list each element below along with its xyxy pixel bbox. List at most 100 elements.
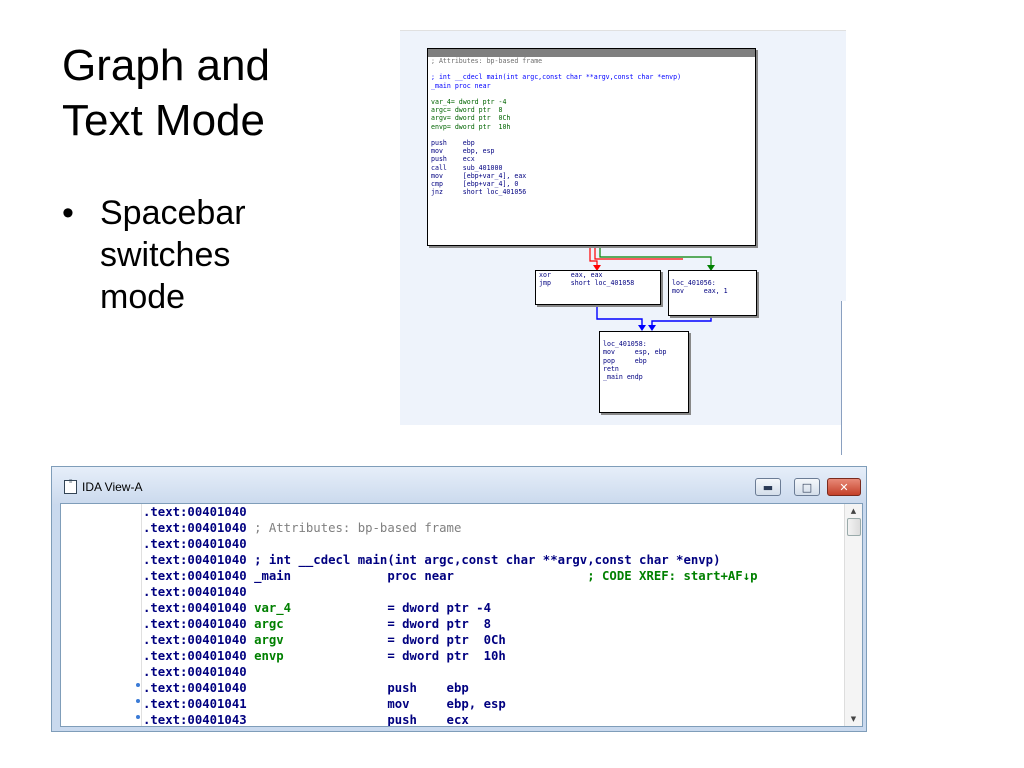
label: argc	[254, 617, 388, 631]
graph-node-line: ; Attributes: bp-based frame	[431, 57, 543, 65]
scroll-thumb[interactable]	[847, 518, 861, 536]
graph-node-line: mov esp, ebp	[603, 348, 667, 357]
listing-row[interactable]: .text:00401040 var_4 = dword ptr -4	[143, 600, 844, 616]
address: .text:00401040	[143, 537, 255, 551]
minimize-button[interactable]: ▬	[755, 478, 781, 496]
label	[254, 585, 387, 599]
graph-node-line: jnz short loc_401056	[431, 188, 527, 197]
listing-row[interactable]: .text:00401041 mov ebp, esp	[143, 696, 844, 712]
comment: ; Attributes: bp-based frame	[254, 521, 462, 535]
listing-row[interactable]: .text:00401040	[143, 536, 844, 552]
label	[254, 665, 387, 679]
mnemonic: push ecx	[387, 713, 469, 726]
instruction-marker-icon	[136, 715, 140, 719]
mnemonic: push ebp	[387, 681, 469, 695]
xref-comment[interactable]: ; CODE XREF: start+AF↓p	[587, 569, 757, 583]
node-titlebar	[428, 49, 755, 57]
graph-node-line	[428, 65, 755, 73]
address: .text:00401040	[143, 681, 255, 695]
disassembly-text[interactable]: .text:00401040 .text:00401040 ; Attribut…	[143, 504, 844, 726]
listing-row[interactable]: .text:00401040 ; int __cdecl main(int ar…	[143, 552, 844, 568]
ida-view-window: ≡ IDA View-A ▬ □ ✕ .text:00401040 .text:…	[51, 466, 867, 732]
listing-row[interactable]: .text:00401040 push ebp	[143, 680, 844, 696]
listing-row[interactable]: .text:00401043 push ecx	[143, 712, 844, 726]
mnemonic: = dword ptr 0Ch	[387, 633, 588, 647]
mnemonic: = dword ptr 8	[387, 617, 588, 631]
graph-node-line: mov [ebp+var_4], eax	[431, 171, 527, 180]
label	[254, 713, 387, 726]
label	[254, 697, 387, 711]
graph-node-left[interactable]: xor eax, eax jmp short loc_401058	[535, 270, 661, 305]
listing-row[interactable]: .text:00401040	[143, 584, 844, 600]
scroll-up-arrow-icon[interactable]: ▲	[845, 504, 862, 518]
address: .text:00401040	[143, 665, 255, 679]
graph-node-line: cmp [ebp+var_4], 0	[431, 180, 519, 189]
graph-node-line: envp= dword ptr 10h	[431, 122, 511, 131]
bullet-item: • Spacebar switches mode	[62, 192, 300, 318]
listing-row[interactable]: .text:00401040	[143, 504, 844, 520]
edge-left-to-bottom	[596, 303, 643, 329]
graph-node-main[interactable]: ; Attributes: bp-based frame ; int __cde…	[427, 48, 756, 246]
graph-node-line: argv= dword ptr 0Ch	[431, 114, 511, 123]
mnemonic	[387, 505, 587, 519]
title-line-2: Text Mode	[62, 96, 265, 145]
listing-row[interactable]: .text:00401040 _main proc near ; CODE XR…	[143, 568, 844, 584]
label	[254, 681, 387, 695]
graph-node-line: call sub_401000	[431, 163, 503, 172]
graph-node-line: push ecx	[431, 155, 475, 164]
maximize-button[interactable]: □	[794, 478, 820, 496]
graph-node-bottom[interactable]: loc_401058: mov esp, ebp pop ebp retn _main …	[599, 331, 689, 413]
label	[254, 537, 387, 551]
listing-row[interactable]: .text:00401040 ; Attributes: bp-based fr…	[143, 520, 844, 536]
listing-row[interactable]: .text:00401040 envp = dword ptr 10h	[143, 648, 844, 664]
mnemonic: proc near	[387, 569, 588, 583]
graph-node-line	[600, 332, 688, 340]
label: var_4	[254, 601, 388, 615]
mnemonic: mov ebp, esp	[387, 697, 506, 711]
title-line-1: Graph and	[62, 41, 270, 90]
mnemonic	[387, 537, 587, 551]
graph-node-line: loc_401056:	[672, 279, 716, 288]
listing-row[interactable]: .text:00401040 argv = dword ptr 0Ch	[143, 632, 844, 648]
mnemonic: = dword ptr 10h	[387, 649, 588, 663]
graph-node-line	[428, 131, 755, 139]
graph-node-line: loc_401058:	[603, 340, 647, 349]
label	[254, 505, 387, 519]
scroll-down-arrow-icon[interactable]: ▼	[845, 712, 862, 726]
graph-node-line: _main proc near	[431, 81, 491, 90]
address: .text:00401043	[143, 713, 255, 726]
graph-side-panel	[841, 301, 848, 455]
address: .text:00401040	[143, 521, 255, 535]
address: .text:00401040	[143, 601, 255, 615]
address: .text:00401040	[143, 617, 255, 631]
graph-node-right[interactable]: loc_401056: mov eax, 1	[668, 270, 757, 316]
disassembly-listing[interactable]: .text:00401040 .text:00401040 ; Attribut…	[60, 503, 863, 727]
listing-row[interactable]: .text:00401040	[143, 664, 844, 680]
bullet-marker: •	[62, 194, 74, 232]
graph-node-line: var_4= dword ptr -4	[431, 98, 507, 107]
graph-node-line: pop ebp	[603, 356, 647, 365]
close-button[interactable]: ✕	[827, 478, 861, 496]
ida-view-icon: ≡	[64, 479, 77, 494]
instruction-marker-icon	[136, 699, 140, 703]
window-title: IDA View-A	[82, 480, 143, 494]
instruction-marker-icon	[136, 683, 140, 687]
address: .text:00401040	[143, 505, 255, 519]
listing-row[interactable]: .text:00401040 argc = dword ptr 8	[143, 616, 844, 632]
address: .text:00401040	[143, 649, 255, 663]
graph-node-line: _main endp	[603, 373, 643, 382]
graph-node-line: retn	[603, 364, 619, 373]
function-prototype: ; int __cdecl main(int argc,const char *…	[254, 553, 721, 567]
graph-node-line: xor eax, eax	[539, 271, 603, 279]
vertical-scrollbar[interactable]: ▲ ▼	[844, 504, 862, 726]
label: envp	[254, 649, 388, 663]
address: .text:00401040	[143, 585, 255, 599]
graph-node-line	[669, 271, 756, 279]
graph-node-line	[428, 90, 755, 98]
label: _main	[254, 569, 388, 583]
window-titlebar[interactable]: ≡ IDA View-A ▬ □ ✕	[52, 467, 866, 505]
address: .text:00401040	[143, 569, 255, 583]
graph-node-line: jmp short loc_401058	[539, 279, 635, 288]
edge-true-branch	[599, 244, 712, 269]
graph-node-line: mov ebp, esp	[431, 147, 495, 156]
